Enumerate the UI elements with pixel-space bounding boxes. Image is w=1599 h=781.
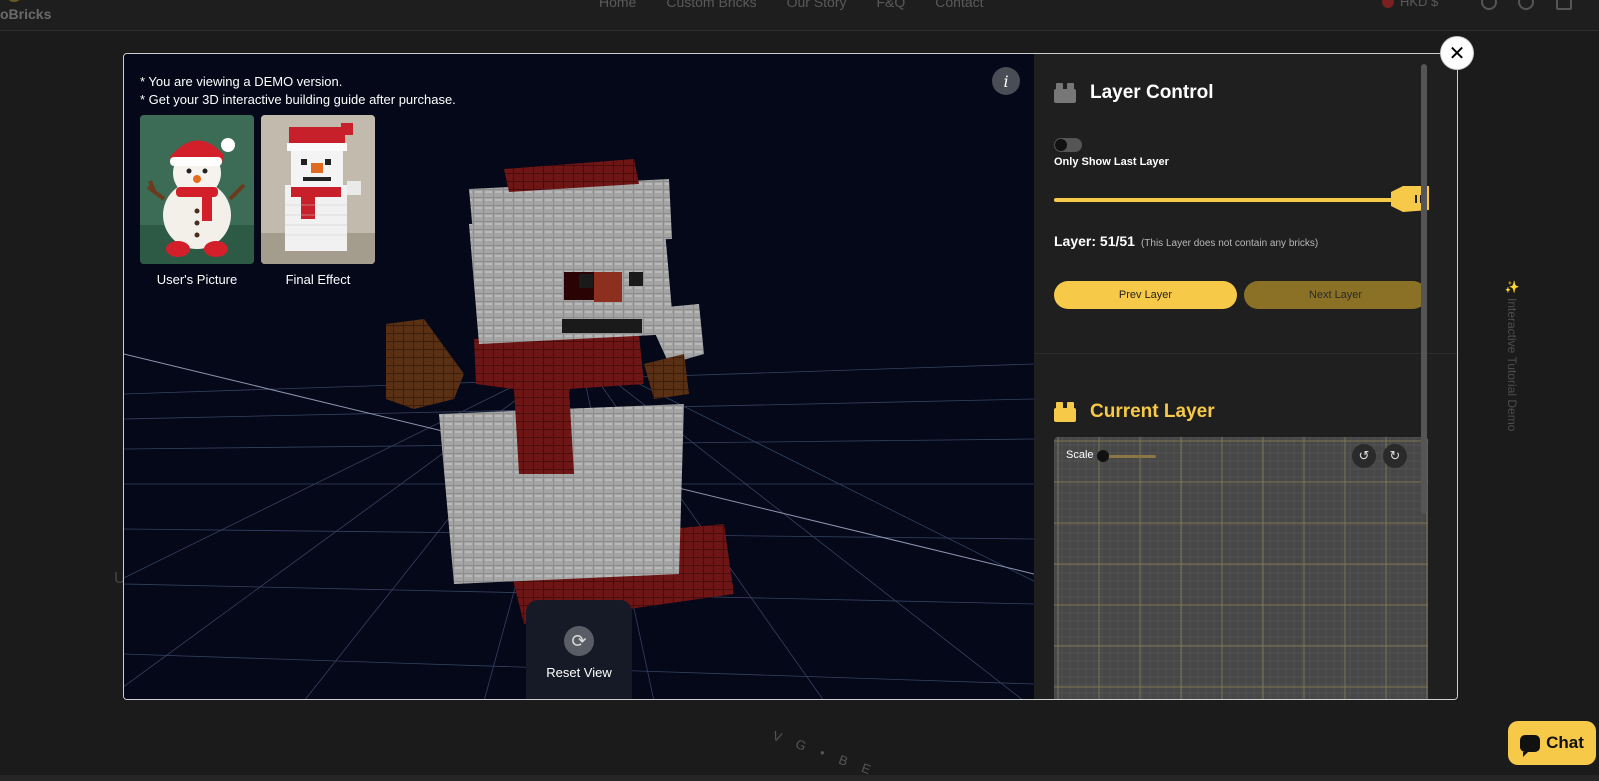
site-logo[interactable]: oBricks xyxy=(0,6,51,22)
chat-bubble-icon xyxy=(1520,734,1541,757)
currency-label: HKD $ xyxy=(1400,0,1439,9)
final-effect-thumbnail[interactable] xyxy=(261,115,375,264)
demo-notice: * You are viewing a DEMO version. * Get … xyxy=(140,73,456,109)
toggle-knob xyxy=(1055,139,1067,151)
3d-viewer[interactable]: * You are viewing a DEMO version. * Get … xyxy=(124,54,1034,699)
scale-slider-track[interactable] xyxy=(1102,455,1156,458)
account-icon[interactable] xyxy=(1518,0,1534,10)
search-icon[interactable] xyxy=(1481,0,1497,10)
brick-icon xyxy=(1054,83,1076,103)
current-layer-title: Current Layer xyxy=(1090,401,1215,422)
building-guide-modal: * You are viewing a DEMO version. * Get … xyxy=(123,53,1458,700)
scale-slider-handle[interactable] xyxy=(1097,450,1109,462)
site-nav: Home Custom Bricks Our Story F&Q Contact xyxy=(599,0,984,10)
background-bottom-strip xyxy=(0,775,1599,781)
brick-icon xyxy=(1054,402,1076,422)
nav-custom-bricks[interactable]: Custom Bricks xyxy=(666,0,756,10)
layer-note: (This Layer does not contain any bricks) xyxy=(1140,238,1319,249)
background-circle-text: V G • B E xyxy=(770,727,879,780)
current-layer-grid[interactable]: Scale ↺ ↻ xyxy=(1054,437,1428,700)
nav-fq[interactable]: F&Q xyxy=(877,0,906,10)
rotate-left-icon[interactable]: ↺ xyxy=(1352,444,1376,468)
current-layer-heading: Current Layer xyxy=(1054,401,1215,423)
layer-slider-track[interactable] xyxy=(1054,198,1422,202)
logo-mark-icon xyxy=(6,0,22,2)
close-icon[interactable]: ✕ xyxy=(1441,37,1473,69)
user-picture-label: User's Picture xyxy=(156,272,238,287)
layer-control-title: Layer Control xyxy=(1090,82,1214,103)
layer-grid-canvas[interactable] xyxy=(1054,437,1428,700)
layer-count: Layer: 51/51 xyxy=(1054,233,1135,249)
demo-notice-line-1: * You are viewing a DEMO version. xyxy=(140,74,343,89)
snowman-model[interactable] xyxy=(386,159,734,624)
reset-view-label: Reset View xyxy=(546,665,612,680)
only-show-last-layer-toggle[interactable] xyxy=(1054,138,1082,152)
currency-selector[interactable]: HKD $ xyxy=(1382,0,1438,9)
scale-label: Scale xyxy=(1066,449,1094,461)
nav-home[interactable]: Home xyxy=(599,0,636,10)
section-divider xyxy=(1034,353,1457,354)
demo-notice-line-2: * Get your 3D interactive building guide… xyxy=(140,92,456,107)
refresh-icon: ⟳ xyxy=(564,626,594,656)
prev-layer-button[interactable]: Prev Layer xyxy=(1054,281,1237,309)
nav-our-story[interactable]: Our Story xyxy=(787,0,847,10)
rotate-right-icon[interactable]: ↻ xyxy=(1383,444,1407,468)
next-layer-button[interactable]: Next Layer xyxy=(1244,281,1427,309)
snowman-photo-image xyxy=(140,115,254,264)
site-header: oBricks Home Custom Bricks Our Story F&Q… xyxy=(0,0,1599,31)
chat-label: Chat xyxy=(1546,733,1584,752)
chat-button[interactable]: Chat xyxy=(1508,721,1596,765)
layer-info: Layer: 51/51 (This Layer does not contai… xyxy=(1054,233,1318,249)
cart-icon[interactable] xyxy=(1556,0,1572,10)
info-button[interactable]: i xyxy=(992,67,1020,95)
interactive-demo-side-text: ✨ Interactive Tutorial Demo xyxy=(1505,280,1519,432)
flag-icon xyxy=(1382,0,1394,8)
layer-control-panel: Layer Control Only Show Last Layer Layer… xyxy=(1034,54,1457,700)
reset-view-button[interactable]: ⟳ Reset View xyxy=(526,600,632,699)
only-show-last-layer-label: Only Show Last Layer xyxy=(1054,156,1169,168)
final-effect-label: Final Effect xyxy=(285,272,351,287)
nav-contact[interactable]: Contact xyxy=(935,0,983,10)
panel-scrollbar[interactable] xyxy=(1421,64,1427,514)
user-picture-thumbnail[interactable] xyxy=(140,115,254,264)
brick-snowman-image xyxy=(261,115,375,264)
layer-control-heading: Layer Control xyxy=(1054,82,1214,104)
